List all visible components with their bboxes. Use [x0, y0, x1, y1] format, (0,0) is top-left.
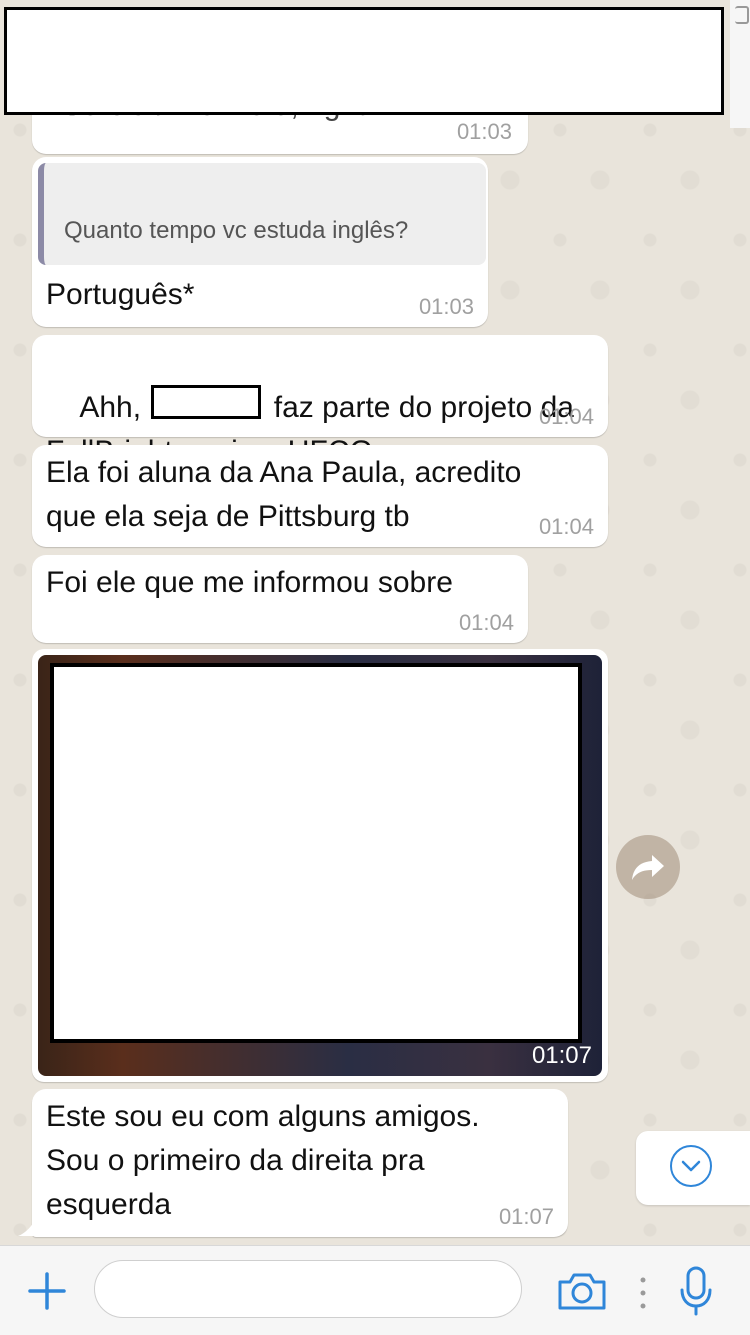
- message-time: 01:04: [458, 610, 514, 635]
- dots-icon: [640, 1277, 646, 1309]
- bubble-tail: [18, 1216, 38, 1236]
- message-bubble[interactable]: Este sou eu com alguns amigos. Sou o pri…: [32, 1089, 568, 1237]
- forward-icon: [632, 855, 664, 880]
- message-bubble[interactable]: Ahh, faz parte do projeto daFullBright a…: [32, 335, 608, 468]
- message-text: Foi ele que me informou sobre: [46, 566, 453, 599]
- forward-button[interactable]: [616, 835, 680, 899]
- message-time: 01:07: [531, 1042, 592, 1069]
- photo[interactable]: 01:07: [38, 655, 602, 1076]
- message-bubble[interactable]: Quanto tempo vc estuda inglês? Português…: [32, 157, 488, 327]
- message-text: Ela foi aluna da Ana Paula, acredito que…: [46, 456, 522, 533]
- image-message[interactable]: 01:07: [32, 649, 608, 1082]
- message-text-part: faz parte do projeto da: [265, 391, 574, 424]
- message-text-part: Ahh,: [79, 391, 150, 424]
- message-bubble[interactable]: Ela foi aluna da Ana Paula, acredito que…: [32, 445, 608, 547]
- message-time: 01:04: [538, 514, 594, 539]
- message-time: 01:04: [538, 404, 594, 429]
- message-time: 01:03: [456, 119, 512, 144]
- message-time: 01:07: [498, 1204, 554, 1229]
- scroll-to-bottom-button[interactable]: [636, 1131, 750, 1205]
- chat-header-redacted: [4, 7, 724, 115]
- message-time: 01:03: [418, 294, 474, 319]
- quoted-message[interactable]: Quanto tempo vc estuda inglês?: [38, 163, 486, 265]
- chevron-down-icon: [681, 1160, 701, 1172]
- redacted-photo: [50, 663, 582, 1043]
- plus-icon: [28, 1272, 66, 1310]
- camera-button[interactable]: [556, 1270, 608, 1312]
- quoted-message-text: Quanto tempo vc estuda inglês?: [64, 217, 409, 244]
- microphone-icon: [680, 1266, 712, 1316]
- attach-button[interactable]: [26, 1270, 68, 1312]
- camera-icon: [558, 1273, 606, 1310]
- redacted-name: [151, 385, 262, 419]
- more-options-dots: [639, 1276, 647, 1310]
- message-composer: [0, 1245, 750, 1335]
- message-bubble[interactable]: Foi ele que me informou sobre 01:04: [32, 555, 528, 643]
- voice-message-button[interactable]: [676, 1264, 716, 1320]
- message-text: Este sou eu com alguns amigos. Sou o pri…: [46, 1100, 480, 1221]
- status-icon: [735, 6, 749, 24]
- message-text: Português*: [46, 278, 195, 311]
- message-input[interactable]: [94, 1260, 522, 1318]
